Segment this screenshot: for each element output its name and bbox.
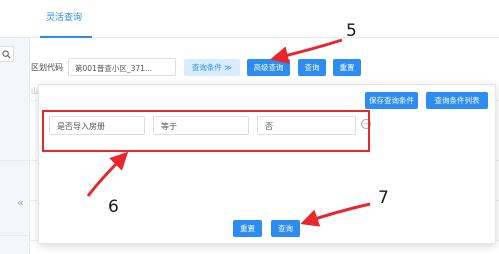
annotation-arrows [86,38,371,227]
callout-7: 7 [378,188,389,208]
callout-5: 5 [346,21,357,41]
callout-6: 6 [108,197,119,217]
